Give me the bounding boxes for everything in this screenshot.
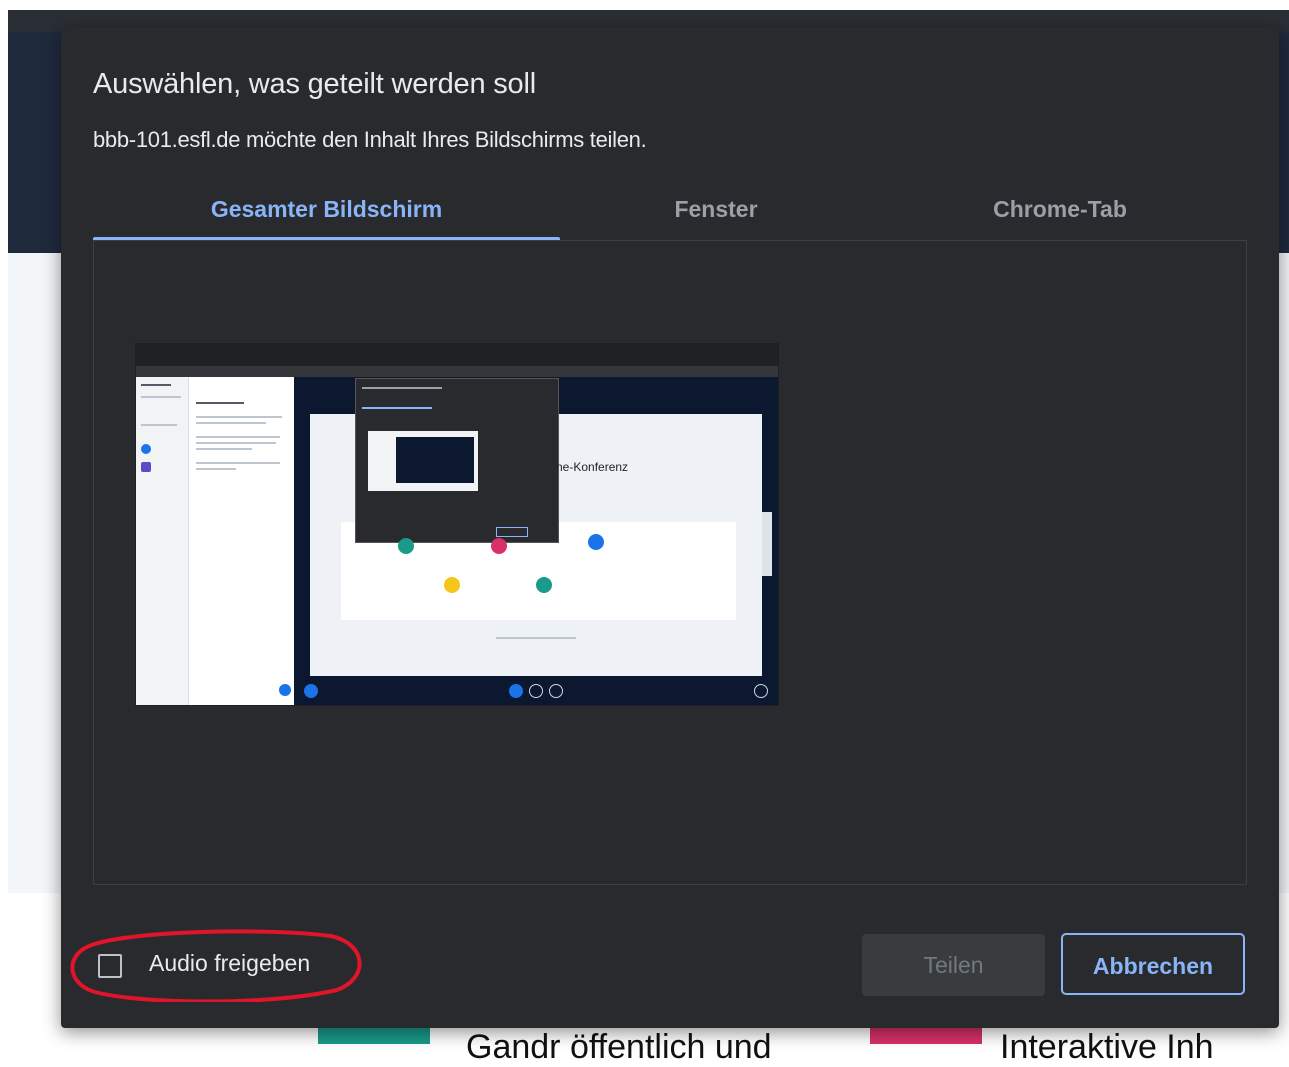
screen-share-dialog: Auswählen, was geteilt werden soll bbb-1… xyxy=(61,28,1279,1028)
share-button[interactable]: Teilen xyxy=(862,934,1045,996)
thumb-text-line xyxy=(196,436,280,438)
thumb-text-line xyxy=(196,416,282,418)
page-text-fragment: Interaktive Inh xyxy=(1000,1028,1214,1066)
thumb-send-icon xyxy=(279,684,291,696)
thumb-text-line xyxy=(196,462,280,464)
thumb-settings-icon xyxy=(754,684,768,698)
thumb-text-line xyxy=(362,407,432,409)
page-top-strip xyxy=(0,0,1289,10)
thumb-dot xyxy=(491,538,507,554)
thumb-plus-icon xyxy=(304,684,318,698)
thumb-screen-icon xyxy=(549,684,563,698)
thumb-text-line xyxy=(496,637,576,639)
thumb-dot xyxy=(398,538,414,554)
tab-window[interactable]: Fenster xyxy=(560,188,872,240)
thumb-dot xyxy=(536,577,552,593)
dialog-title: Auswählen, was geteilt werden soll xyxy=(93,68,536,100)
thumb-user-icon xyxy=(141,444,151,454)
thumb-text-line xyxy=(196,422,266,424)
thumb-text-line xyxy=(196,442,276,444)
thumb-toolstrip xyxy=(762,512,772,576)
thumb-user-icon xyxy=(141,462,151,472)
thumb-nested-preview xyxy=(396,437,474,483)
screen-thumbnail[interactable]: ne-Konferenz xyxy=(135,343,779,706)
thumb-text-line xyxy=(196,448,252,450)
thumb-taskbar xyxy=(136,344,778,366)
thumb-nested-button xyxy=(496,527,528,537)
thumb-nested-dialog xyxy=(355,378,559,543)
tab-chrome-tab[interactable]: Chrome-Tab xyxy=(872,188,1248,240)
page-text-fragment: Gandr öffentlich und xyxy=(466,1028,772,1066)
thumb-text-line xyxy=(141,384,171,386)
cancel-button[interactable]: Abbrechen xyxy=(1061,933,1245,995)
thumb-text-line xyxy=(141,396,181,398)
thumb-dot xyxy=(588,534,604,550)
thumb-heading: ne-Konferenz xyxy=(556,460,629,474)
annotation-red-circle xyxy=(70,929,362,1002)
thumb-text-line xyxy=(362,387,442,389)
thumb-mic-icon xyxy=(509,684,523,698)
thumb-camera-icon xyxy=(529,684,543,698)
dialog-subtitle: bbb-101.esfl.de möchte den Inhalt Ihres … xyxy=(93,127,647,152)
tab-bar: Gesamter Bildschirm Fenster Chrome-Tab xyxy=(93,188,1248,240)
thumb-chat-panel xyxy=(188,377,295,705)
thumb-text-line xyxy=(196,468,236,470)
thumb-text-line xyxy=(196,402,244,404)
thumb-text-line xyxy=(141,424,177,426)
source-panel: ne-Konferenz xyxy=(93,240,1247,885)
thumb-sidebar xyxy=(136,377,188,705)
thumb-urlbar xyxy=(136,366,778,377)
tab-entire-screen[interactable]: Gesamter Bildschirm xyxy=(93,188,560,240)
thumb-dot xyxy=(444,577,460,593)
